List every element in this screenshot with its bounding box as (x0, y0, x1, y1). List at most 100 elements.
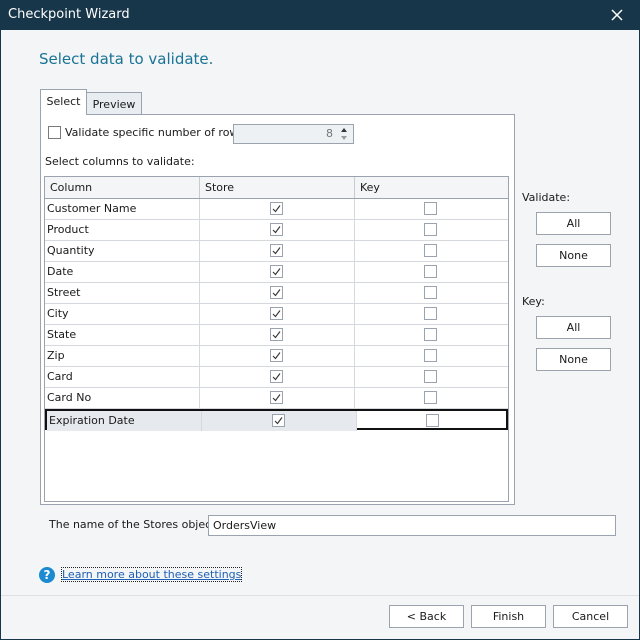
tab-label: Select (46, 95, 81, 108)
column-name: Card No (47, 391, 92, 404)
key-cell (354, 220, 508, 240)
window-border (0, 30, 1, 640)
key-checkbox[interactable] (424, 265, 437, 278)
key-label: Key: (522, 295, 545, 308)
key-checkbox[interactable] (424, 391, 437, 404)
columns-grid: Column Store Key Customer Name Product Qua… (44, 176, 509, 502)
key-cell (354, 388, 508, 408)
store-checkbox[interactable] (270, 244, 283, 257)
key-checkbox[interactable] (424, 223, 437, 236)
grid-row[interactable]: Street (45, 283, 508, 304)
column-header-key[interactable]: Key (355, 177, 508, 198)
grid-row[interactable]: Expiration Date (45, 409, 510, 431)
key-cell (354, 304, 508, 324)
column-header-column[interactable]: Column (45, 177, 200, 198)
store-checkbox[interactable] (270, 391, 283, 404)
key-cell (354, 199, 508, 219)
validate-rows-checkbox[interactable] (48, 126, 61, 139)
store-checkbox[interactable] (270, 223, 283, 236)
store-checkbox[interactable] (270, 370, 283, 383)
stores-object-label: The name of the Stores object: (49, 518, 220, 531)
store-checkbox[interactable] (270, 202, 283, 215)
cancel-button[interactable]: Cancel (553, 605, 628, 628)
column-name: Quantity (47, 244, 95, 257)
store-cell (199, 304, 354, 324)
store-cell (199, 346, 354, 366)
column-name: Date (47, 265, 74, 278)
close-icon[interactable] (607, 5, 627, 25)
stores-object-input[interactable]: OrdersView (208, 515, 616, 536)
grid-header: Column Store Key (45, 177, 508, 199)
column-name: State (47, 328, 77, 341)
key-checkbox[interactable] (424, 328, 437, 341)
store-checkbox[interactable] (270, 265, 283, 278)
grid-row[interactable]: Zip (45, 346, 508, 367)
key-cell (354, 241, 508, 261)
key-all-button[interactable]: All (536, 316, 611, 339)
key-none-button[interactable]: None (536, 348, 611, 371)
store-cell (199, 220, 354, 240)
tab-label: Preview (92, 98, 136, 111)
grid-row[interactable]: Product (45, 220, 508, 241)
grid-row[interactable]: Date (45, 262, 508, 283)
key-checkbox[interactable] (424, 286, 437, 299)
column-name: Zip (47, 349, 65, 362)
tab-preview[interactable]: Preview (86, 92, 142, 116)
grid-row[interactable]: City (45, 304, 508, 325)
rows-count-value: 8 (326, 127, 333, 140)
column-name: Expiration Date (47, 411, 201, 431)
store-cell (199, 262, 354, 282)
key-checkbox[interactable] (424, 349, 437, 362)
rows-count-spinner[interactable]: 8 (233, 124, 354, 144)
key-cell (354, 283, 508, 303)
key-cell (356, 411, 510, 431)
title-bar: Checkpoint Wizard (0, 0, 640, 30)
validate-all-button[interactable]: All (536, 212, 611, 235)
tab-select[interactable]: Select (40, 89, 87, 115)
column-name: Card (47, 370, 73, 383)
store-cell (199, 367, 354, 387)
column-name: Product (47, 223, 89, 236)
column-name: Street (47, 286, 81, 299)
validate-none-button[interactable]: None (536, 244, 611, 267)
grid-row[interactable]: Customer Name (45, 199, 508, 220)
key-checkbox[interactable] (426, 414, 439, 427)
window-title: Checkpoint Wizard (8, 7, 130, 22)
validate-label: Validate: (522, 191, 571, 204)
store-checkbox[interactable] (270, 307, 283, 320)
key-checkbox[interactable] (424, 244, 437, 257)
store-cell (199, 199, 354, 219)
validate-rows-label: Validate specific number of rows (65, 126, 245, 139)
footer-separator (1, 595, 639, 596)
spin-arrows-icon[interactable] (340, 126, 348, 142)
grid-row[interactable]: Quantity (45, 241, 508, 262)
learn-more-link[interactable]: Learn more about these settings (60, 567, 243, 582)
key-cell (354, 325, 508, 345)
column-name: City (47, 307, 69, 320)
columns-label: Select columns to validate: (45, 155, 195, 168)
store-checkbox[interactable] (270, 286, 283, 299)
help-icon: ? (39, 567, 55, 583)
key-checkbox[interactable] (424, 202, 437, 215)
grid-row[interactable]: Card No (45, 388, 508, 409)
page-heading: Select data to validate. (39, 50, 214, 68)
column-header-store[interactable]: Store (200, 177, 355, 198)
back-button[interactable]: < Back (389, 605, 464, 628)
column-name: Customer Name (47, 202, 137, 215)
store-cell (201, 411, 356, 431)
grid-row[interactable]: State (45, 325, 508, 346)
store-checkbox[interactable] (272, 414, 285, 427)
store-checkbox[interactable] (270, 349, 283, 362)
finish-button[interactable]: Finish (471, 605, 546, 628)
key-cell (354, 346, 508, 366)
store-cell (199, 283, 354, 303)
store-cell (199, 241, 354, 261)
store-cell (199, 388, 354, 408)
key-cell (354, 262, 508, 282)
grid-row[interactable]: Card (45, 367, 508, 388)
key-cell (354, 367, 508, 387)
store-cell (199, 325, 354, 345)
key-checkbox[interactable] (424, 307, 437, 320)
store-checkbox[interactable] (270, 328, 283, 341)
key-checkbox[interactable] (424, 370, 437, 383)
